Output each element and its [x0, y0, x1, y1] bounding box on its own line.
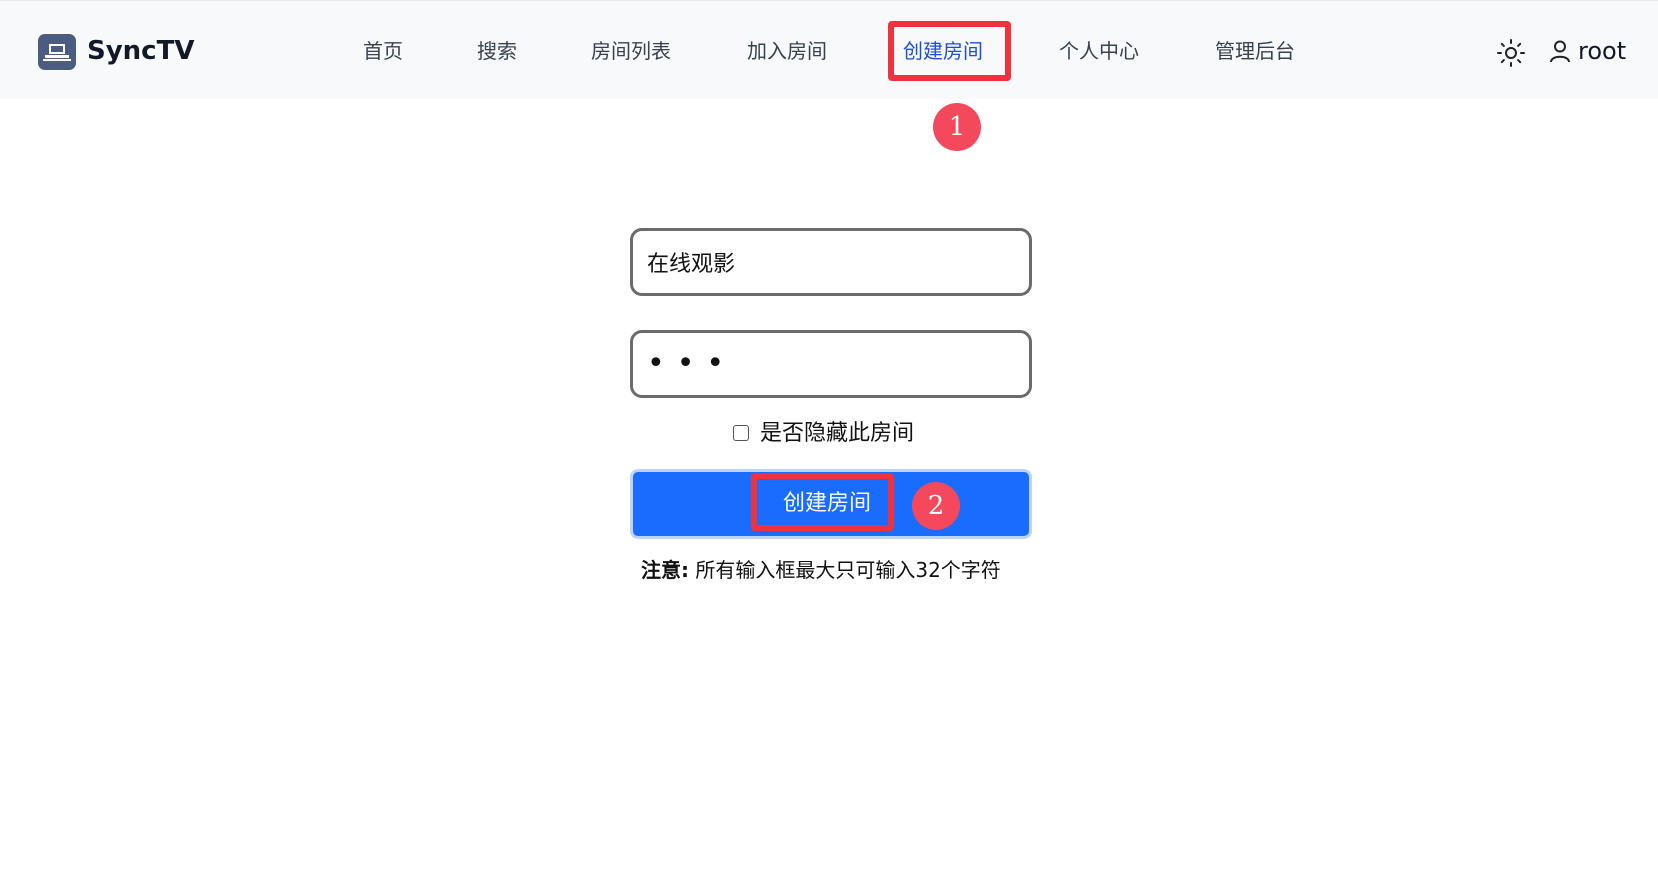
nav-profile[interactable]: 个人中心	[1059, 35, 1139, 67]
nav-search[interactable]: 搜索	[477, 35, 517, 67]
password-input[interactable]: •••	[630, 330, 1032, 398]
step-marker-2: 2	[912, 482, 960, 530]
nav-home[interactable]: 首页	[363, 35, 403, 67]
nav-admin[interactable]: 管理后台	[1215, 35, 1295, 67]
highlight-box-create-room-nav	[888, 21, 1011, 81]
room-name-input[interactable]	[630, 228, 1032, 296]
note-title: 注意:	[641, 558, 689, 582]
hide-room-label[interactable]: 是否隐藏此房间	[760, 420, 914, 448]
hide-room-checkbox[interactable]	[733, 425, 749, 441]
nav-join-room[interactable]: 加入房间	[747, 35, 827, 67]
step-marker-1: 1	[933, 103, 981, 151]
input-note: 注意: 所有输入框最大只可输入32个字符	[641, 555, 1001, 585]
username: root	[1578, 37, 1627, 65]
highlight-box-create-room-button	[751, 473, 894, 531]
theme-toggle-sun-icon[interactable]	[1496, 38, 1526, 68]
synctv-logo-icon[interactable]	[38, 34, 76, 70]
nav-room-list[interactable]: 房间列表	[591, 35, 671, 67]
brand-name[interactable]: SyncTV	[87, 33, 194, 69]
user-icon	[1548, 39, 1572, 63]
navbar: SyncTV 首页 搜索 房间列表 加入房间 创建房间 个人中心 管理后台 ro…	[0, 1, 1658, 99]
note-text: 所有输入框最大只可输入32个字符	[695, 558, 1001, 582]
